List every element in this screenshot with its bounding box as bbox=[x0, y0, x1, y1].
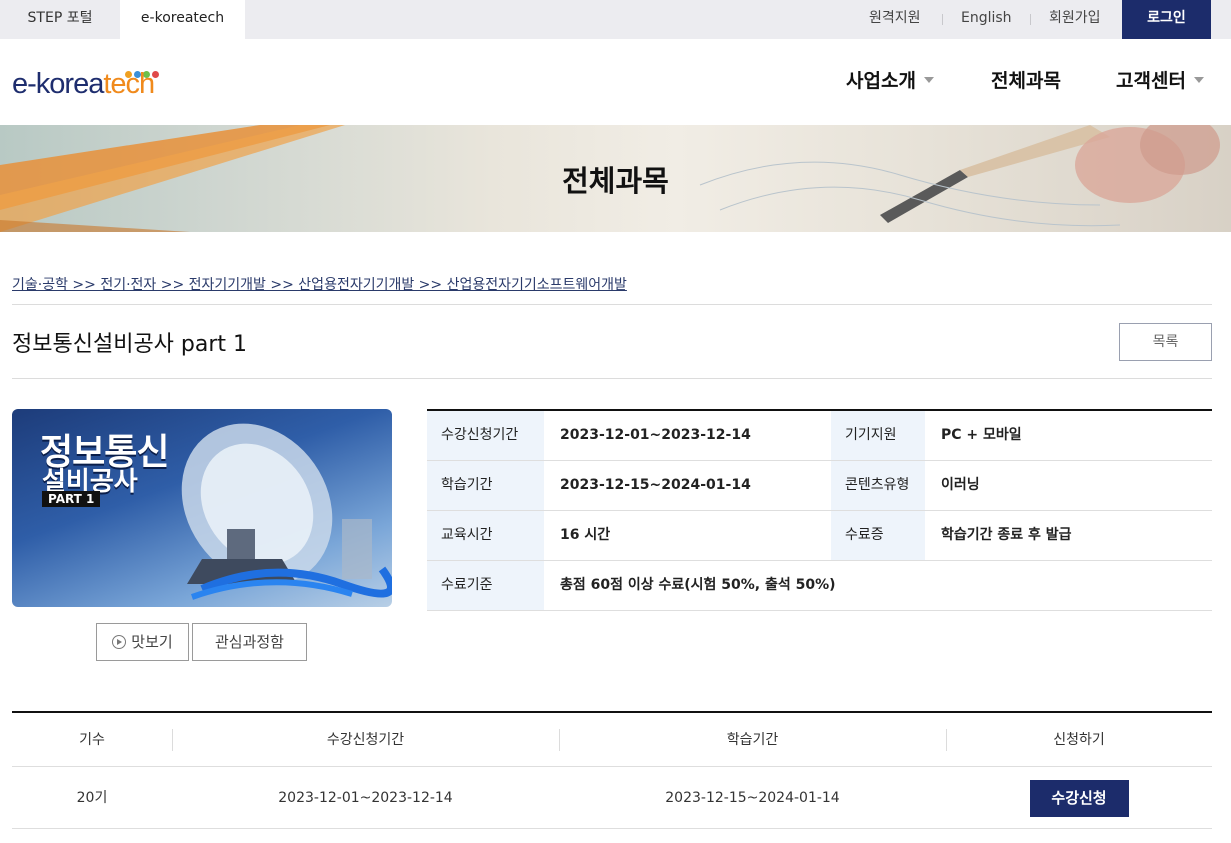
session-table: 기수 수강신청기간 학습기간 신청하기 20기 2023-12-01~2023-… bbox=[12, 711, 1212, 829]
signup-link[interactable]: 회원가입 bbox=[1049, 0, 1101, 39]
nav-customer-center[interactable]: 고객센터 bbox=[1116, 66, 1204, 96]
add-to-interest-button[interactable]: 관심과정함 bbox=[192, 623, 307, 661]
logo-text: e-koreatech bbox=[12, 68, 155, 101]
apply-cell: 수강신청 bbox=[946, 767, 1212, 829]
info-label: 학습기간 bbox=[427, 461, 544, 510]
preview-button[interactable]: 맛보기 bbox=[96, 623, 189, 661]
chevron-down-icon bbox=[923, 77, 934, 83]
logo-text-accent: tech bbox=[103, 68, 155, 100]
session-study-period: 2023-12-15~2024-01-14 bbox=[665, 790, 840, 806]
login-button[interactable]: 로그인 bbox=[1122, 0, 1211, 39]
table-header: 기수 수강신청기간 학습기간 신청하기 bbox=[12, 713, 1212, 767]
info-label: 수료기준 bbox=[427, 561, 544, 610]
column-header: 수강신청기간 bbox=[326, 732, 405, 748]
thumbnail-part-badge: PART 1 bbox=[42, 491, 101, 507]
info-label: 기기지원 bbox=[831, 411, 925, 460]
page-title: 정보통신설비공사 part 1 bbox=[12, 332, 248, 357]
tab-e-koreatech[interactable]: e-koreatech bbox=[120, 0, 245, 39]
list-button[interactable]: 목록 bbox=[1119, 323, 1212, 361]
page-banner: 전체과목 bbox=[0, 125, 1231, 232]
info-row: 수료기준 총점 60점 이상 수료(시험 50%, 출석 50%) bbox=[427, 561, 1212, 611]
info-value: PC + 모바일 bbox=[941, 427, 1022, 443]
remote-support-link[interactable]: 원격지원 bbox=[869, 0, 921, 39]
info-label: 수료증 bbox=[831, 511, 925, 560]
column-header: 학습기간 bbox=[726, 732, 779, 748]
enroll-button[interactable]: 수강신청 bbox=[1029, 779, 1129, 817]
info-row: 수강신청기간 2023-12-01~2023-12-14 기기지원 PC + 모… bbox=[427, 411, 1212, 461]
breadcrumb[interactable]: 기술·공학 >> 전기·전자 >> 전자기기개발 >> 산업용전자기기개발 >>… bbox=[12, 274, 627, 294]
banner-title: 전체과목 bbox=[562, 164, 669, 198]
divider bbox=[12, 378, 1212, 379]
course-thumbnail: 정보통신 설비공사 PART 1 bbox=[12, 409, 392, 607]
logo-text-main: e-korea bbox=[12, 68, 104, 100]
info-label: 수강신청기간 bbox=[427, 411, 544, 460]
table-row: 20기 2023-12-01~2023-12-14 2023-12-15~202… bbox=[12, 767, 1212, 829]
info-value: 학습기간 종료 후 발급 bbox=[941, 527, 1072, 543]
column-header: 신청하기 bbox=[1053, 732, 1105, 748]
nav-business-intro[interactable]: 사업소개 bbox=[846, 66, 934, 96]
course-info-table: 수강신청기간 2023-12-01~2023-12-14 기기지원 PC + 모… bbox=[427, 409, 1212, 611]
info-label: 교육시간 bbox=[427, 511, 544, 560]
tab-step-portal[interactable]: STEP 포털 bbox=[0, 0, 120, 39]
nav-label: 전체과목 bbox=[991, 70, 1061, 92]
nav-label: 사업소개 bbox=[846, 70, 916, 92]
session-term: 20기 bbox=[76, 790, 108, 806]
info-value: 이러닝 bbox=[941, 477, 980, 493]
divider bbox=[12, 304, 1212, 305]
nav-label: 고객센터 bbox=[1116, 70, 1186, 92]
chevron-down-icon bbox=[1193, 77, 1204, 83]
info-value: 2023-12-01~2023-12-14 bbox=[560, 427, 751, 443]
info-value: 2023-12-15~2024-01-14 bbox=[560, 477, 751, 493]
preview-button-label: 맛보기 bbox=[131, 633, 173, 651]
e-koreatech-logo[interactable]: e-koreatech bbox=[12, 60, 172, 102]
info-value: 16 시간 bbox=[560, 527, 611, 543]
info-row: 학습기간 2023-12-15~2024-01-14 콘텐츠유형 이러닝 bbox=[427, 461, 1212, 511]
util-divider bbox=[1030, 14, 1031, 25]
column-header: 기수 bbox=[79, 732, 105, 748]
english-link[interactable]: English bbox=[961, 0, 1012, 39]
info-value: 총점 60점 이상 수료(시험 50%, 출석 50%) bbox=[560, 577, 836, 593]
info-label: 콘텐츠유형 bbox=[831, 461, 925, 510]
session-apply-period: 2023-12-01~2023-12-14 bbox=[278, 790, 453, 806]
info-row: 교육시간 16 시간 수료증 학습기간 종료 후 발급 bbox=[427, 511, 1212, 561]
nav-all-courses[interactable]: 전체과목 bbox=[991, 66, 1061, 96]
top-utility-bar: STEP 포털 e-koreatech 원격지원 English 회원가입 로그… bbox=[0, 0, 1231, 39]
util-divider bbox=[942, 14, 943, 25]
play-icon bbox=[112, 635, 127, 649]
